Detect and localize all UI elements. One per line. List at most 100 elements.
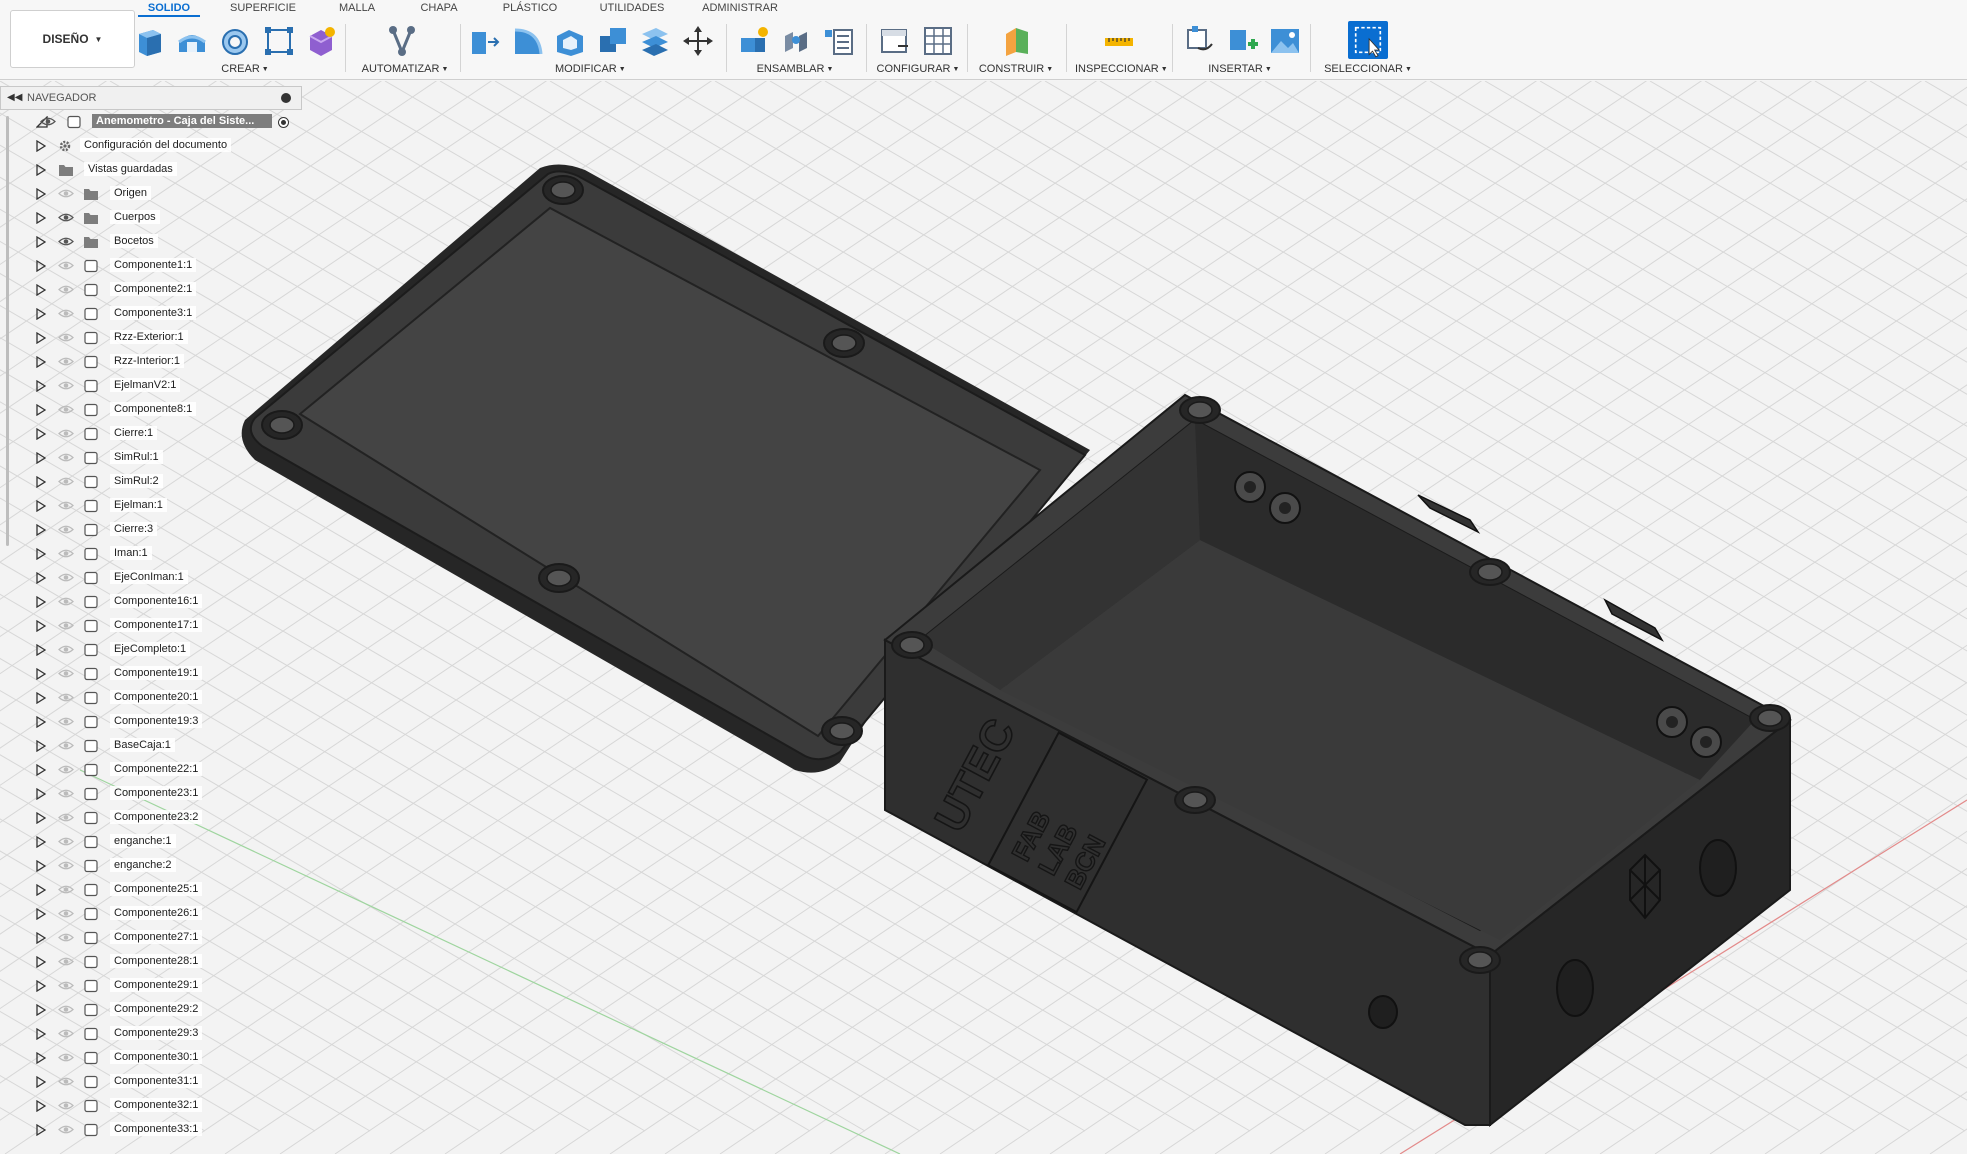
component-label[interactable]: Componente17:1 <box>110 618 203 632</box>
expand-arrow-icon[interactable] <box>36 835 47 849</box>
tree-folder-bocetos[interactable]: Bocetos <box>0 232 302 252</box>
tree-component[interactable]: EjeCompleto:1 <box>0 640 302 660</box>
component-label[interactable]: Componente19:1 <box>110 666 203 680</box>
expand-arrow-icon[interactable] <box>36 739 47 753</box>
expand-arrow-icon[interactable] <box>36 787 47 801</box>
expand-arrow-icon[interactable] <box>36 427 47 441</box>
tree-component[interactable]: Componente22:1 <box>0 760 302 780</box>
expand-arrow-icon[interactable] <box>36 211 47 225</box>
component-label[interactable]: EjeCompleto:1 <box>110 642 191 656</box>
new-component-icon[interactable] <box>133 24 167 58</box>
tree-component[interactable]: Componente29:2 <box>0 1000 302 1020</box>
visibility-eye-icon[interactable] <box>58 1076 74 1087</box>
tree-component[interactable]: EjeConIman:1 <box>0 568 302 588</box>
visibility-eye-icon[interactable] <box>58 212 74 223</box>
offset-face-icon[interactable] <box>638 24 672 58</box>
component-label[interactable]: Rzz-Interior:1 <box>110 354 185 368</box>
tree-component[interactable]: Rzz-Exterior:1 <box>0 328 302 348</box>
visibility-eye-icon[interactable] <box>58 284 74 295</box>
root-component-label[interactable]: Anemometro - Caja del Siste... <box>92 114 272 128</box>
group-modificar[interactable]: MODIFICAR ▼ <box>555 63 626 75</box>
move-icon[interactable] <box>681 24 715 58</box>
visibility-eye-icon[interactable] <box>58 236 74 247</box>
tree-component[interactable]: Componente20:1 <box>0 688 302 708</box>
joint-icon[interactable] <box>779 24 813 58</box>
expand-arrow-icon[interactable] <box>36 715 47 729</box>
insert-derive-icon[interactable] <box>1184 24 1218 58</box>
tree-component[interactable]: Iman:1 <box>0 544 302 564</box>
visibility-eye-icon[interactable] <box>58 356 74 367</box>
component-label[interactable]: Componente29:1 <box>110 978 203 992</box>
tree-component[interactable]: enganche:1 <box>0 832 302 852</box>
component-label[interactable]: Componente29:2 <box>110 1002 203 1016</box>
component-label[interactable]: Componente22:1 <box>110 762 203 776</box>
tree-folder-cuerpos[interactable]: Cuerpos <box>0 208 302 228</box>
visibility-eye-icon[interactable] <box>58 620 74 631</box>
tab-chapa[interactable]: CHAPA <box>414 0 464 17</box>
component-label[interactable]: Componente31:1 <box>110 1074 203 1088</box>
component-label[interactable]: Cierre:1 <box>110 426 158 440</box>
component-label[interactable]: Componente25:1 <box>110 882 203 896</box>
visibility-eye-icon[interactable] <box>58 740 74 751</box>
workspace-dropdown[interactable]: DISEÑO ▼ <box>10 10 135 68</box>
tree-component[interactable]: Componente23:2 <box>0 808 302 828</box>
visibility-eye-icon[interactable] <box>58 452 74 463</box>
component-label[interactable]: enganche:1 <box>110 834 176 848</box>
component-label[interactable]: Componente30:1 <box>110 1050 203 1064</box>
group-inspeccionar[interactable]: INSPECCIONAR ▼ <box>1075 63 1168 75</box>
expand-arrow-icon[interactable] <box>36 475 47 489</box>
expand-arrow-icon[interactable] <box>36 667 47 681</box>
component-label[interactable]: Ejelman:1 <box>110 498 167 512</box>
group-ensamblar[interactable]: ENSAMBLAR ▼ <box>755 63 835 75</box>
visibility-eye-icon[interactable] <box>58 908 74 919</box>
expand-arrow-icon[interactable] <box>36 523 47 537</box>
component-label[interactable]: SimRul:1 <box>110 450 163 464</box>
shell-icon[interactable] <box>553 24 587 58</box>
bill-of-materials-icon[interactable] <box>822 24 856 58</box>
tree-component[interactable]: Componente19:1 <box>0 664 302 684</box>
tree-component[interactable]: Componente29:1 <box>0 976 302 996</box>
revolve-icon[interactable] <box>218 24 252 58</box>
expand-arrow-icon[interactable] <box>36 355 47 369</box>
tree-root[interactable]: Anemometro - Caja del Siste... <box>0 112 302 132</box>
expand-arrow-icon[interactable] <box>36 619 47 633</box>
tree-component[interactable]: Componente1:1 <box>0 256 302 276</box>
expand-arrow-icon[interactable] <box>36 331 47 345</box>
expand-arrow-icon[interactable] <box>36 379 47 393</box>
visibility-eye-icon[interactable] <box>58 380 74 391</box>
expand-arrow-icon[interactable] <box>36 691 47 705</box>
component-label[interactable]: Componente27:1 <box>110 930 203 944</box>
measure-icon[interactable] <box>1102 24 1136 58</box>
tree-component[interactable]: Componente31:1 <box>0 1072 302 1092</box>
visibility-eye-icon[interactable] <box>58 476 74 487</box>
component-label[interactable]: Componente26:1 <box>110 906 203 920</box>
document-settings-label[interactable]: Configuración del documento <box>80 138 232 152</box>
tree-component[interactable]: Cierre:3 <box>0 520 302 540</box>
visibility-eye-icon[interactable] <box>58 812 74 823</box>
tree-component[interactable]: EjelmanV2:1 <box>0 376 302 396</box>
tree-component[interactable]: BaseCaja:1 <box>0 736 302 756</box>
form-icon[interactable] <box>304 24 338 58</box>
expand-arrow-icon[interactable] <box>36 595 47 609</box>
visibility-eye-icon[interactable] <box>58 1100 74 1111</box>
tab-utilidades[interactable]: UTILIDADES <box>596 0 668 17</box>
visibility-eye-icon[interactable] <box>58 260 74 271</box>
visibility-eye-icon[interactable] <box>58 428 74 439</box>
component-label[interactable]: EjelmanV2:1 <box>110 378 181 392</box>
visibility-eye-icon[interactable] <box>58 956 74 967</box>
visibility-eye-icon[interactable] <box>58 524 74 535</box>
visibility-eye-icon[interactable] <box>58 836 74 847</box>
component-label[interactable]: Componente8:1 <box>110 402 197 416</box>
group-construir[interactable]: CONSTRUIR ▼ <box>976 63 1056 75</box>
expand-arrow-icon[interactable] <box>36 643 47 657</box>
folder-label[interactable]: Cuerpos <box>110 210 160 224</box>
expand-arrow-icon[interactable] <box>36 235 47 249</box>
group-automatizar[interactable]: AUTOMATIZAR ▼ <box>360 63 450 75</box>
tree-component[interactable]: Componente2:1 <box>0 280 302 300</box>
configuration-table-icon[interactable] <box>921 24 955 58</box>
saved-views-label[interactable]: Vistas guardadas <box>84 162 177 176</box>
tab-administrar[interactable]: ADMINISTRAR <box>698 0 782 17</box>
visibility-eye-icon[interactable] <box>58 788 74 799</box>
visibility-eye-icon[interactable] <box>58 500 74 511</box>
tree-component[interactable]: SimRul:1 <box>0 448 302 468</box>
